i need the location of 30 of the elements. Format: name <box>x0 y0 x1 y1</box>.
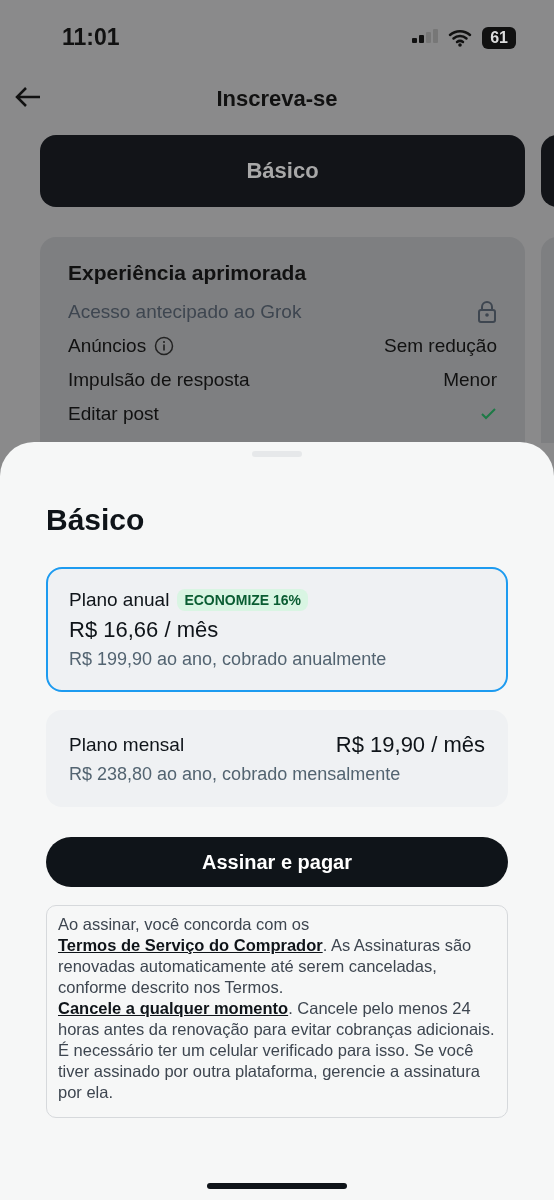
feature-label: Impulsão de resposta <box>68 369 250 391</box>
plan-note: R$ 199,90 ao ano, cobrado anualmente <box>69 649 388 670</box>
info-icon <box>154 336 175 356</box>
page-title: Inscreva-se <box>216 86 338 112</box>
status-time: 11:01 <box>62 24 120 51</box>
sheet-title: Básico <box>46 503 146 537</box>
feature-value: Menor <box>443 369 497 391</box>
plan-price: R$ 16,66 / mês <box>69 617 220 643</box>
plan-option[interactable]: Plano mensal R$ 19,90 / mês R$ 238,80 ao ano, cobrado mensalmente <box>46 710 508 807</box>
plan-option[interactable]: Plano anual ECONOMIZE 16% R$ 16,66 / mês R$ 199,90 ao ano, cobrado anualmente <box>46 567 508 692</box>
lock-icon <box>477 300 497 324</box>
feature-value: Sem redução <box>384 335 497 357</box>
feature-label: Editar post <box>68 403 159 425</box>
terms-link[interactable]: Cancele a qualquer momento <box>58 999 289 1017</box>
plan-note: R$ 238,80 ao ano, cobrado mensalmente <box>69 764 402 785</box>
plan-name: Plano mensal <box>69 734 185 756</box>
plan-price: R$ 19,90 / mês <box>335 732 485 758</box>
battery-indicator: 61 <box>482 26 516 49</box>
terms-link[interactable]: Termos de Serviço do Comprador <box>58 936 323 954</box>
terms-text: Ao assinar, você concorda com os Termos de Serviço do Comprador. As Assinaturas são renovadas automaticamente até serem canceladas, conforme descrito nos Termos. Cancele a qualquer momento. Cancele pelo menos 24 horas antes da renovação para evitar cobranças adicionais. É necessário ter um celular verificado para isso. Se você tiver assinado por outra plataforma, gerencie a assinatura por ela. <box>58 914 496 1103</box>
discount-badge: ECONOMIZE 16% <box>177 589 309 611</box>
check-icon <box>481 408 497 420</box>
tier-tab[interactable]: Básico <box>40 135 525 207</box>
back-button[interactable] <box>14 85 42 109</box>
wifi-icon <box>448 28 473 47</box>
card-title: Experiência aprimorada <box>68 261 308 285</box>
subscribe-button[interactable]: Assinar e pagar <box>46 837 508 887</box>
feature-label: Anúncios <box>68 335 147 357</box>
plan-name: Plano anual <box>69 589 170 611</box>
feature-label: Acesso antecipado ao Grok <box>68 301 302 323</box>
